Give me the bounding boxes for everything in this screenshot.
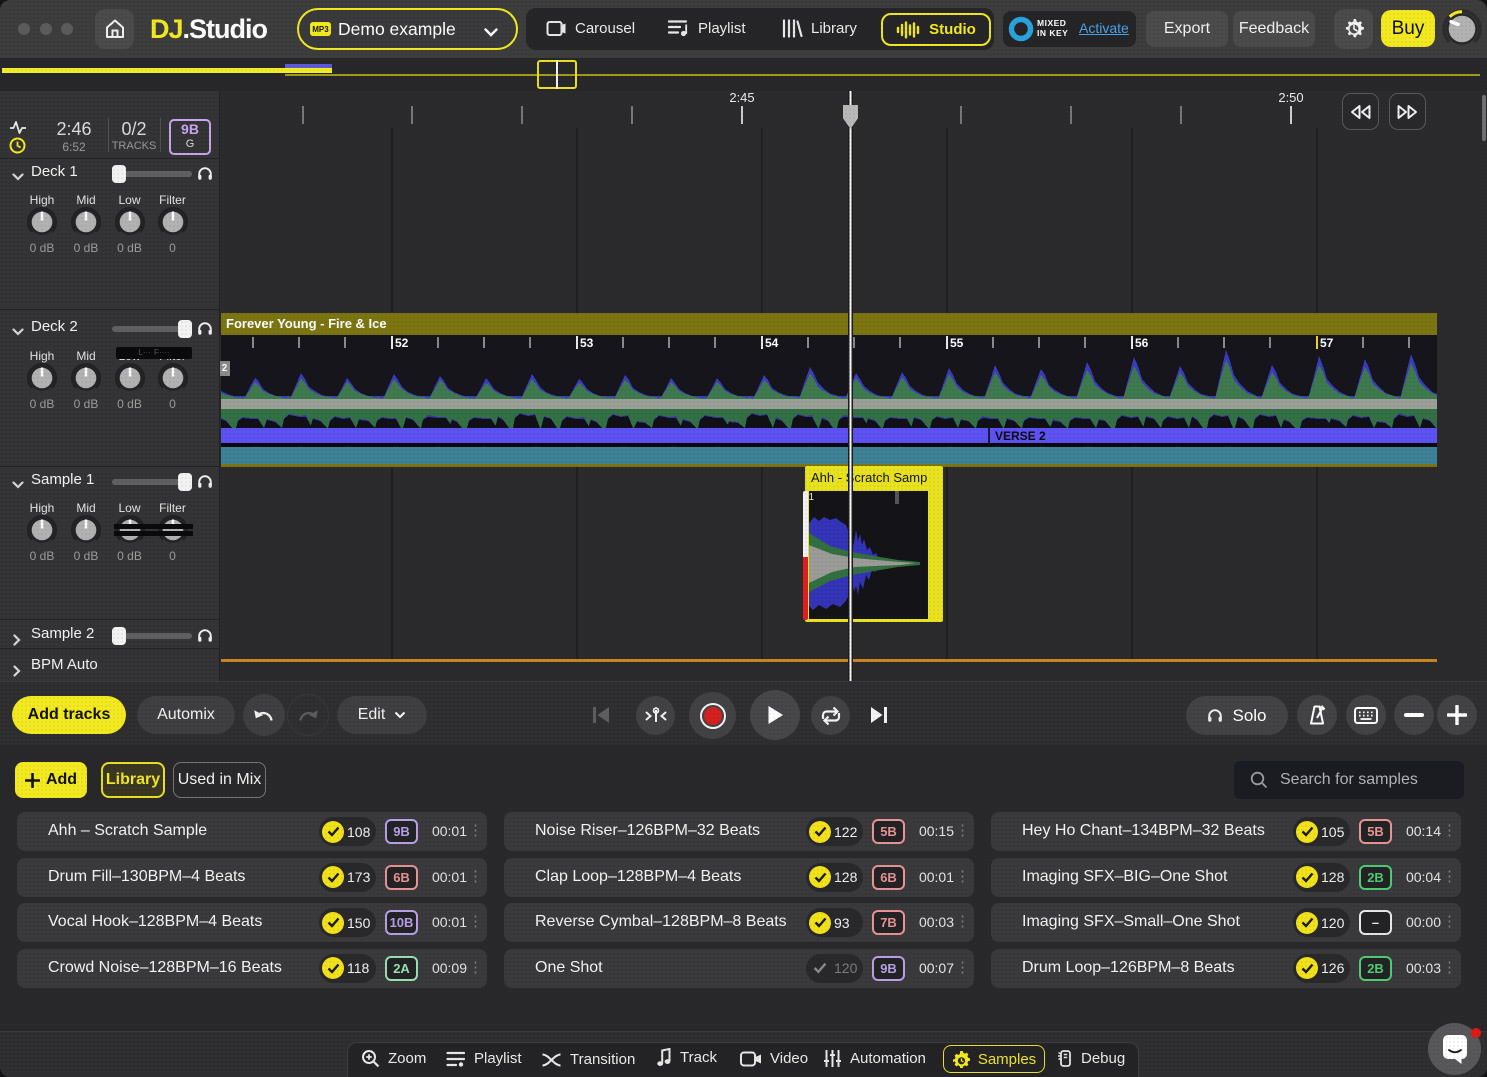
svg-text:VERSE 2: VERSE 2 bbox=[995, 429, 1046, 443]
